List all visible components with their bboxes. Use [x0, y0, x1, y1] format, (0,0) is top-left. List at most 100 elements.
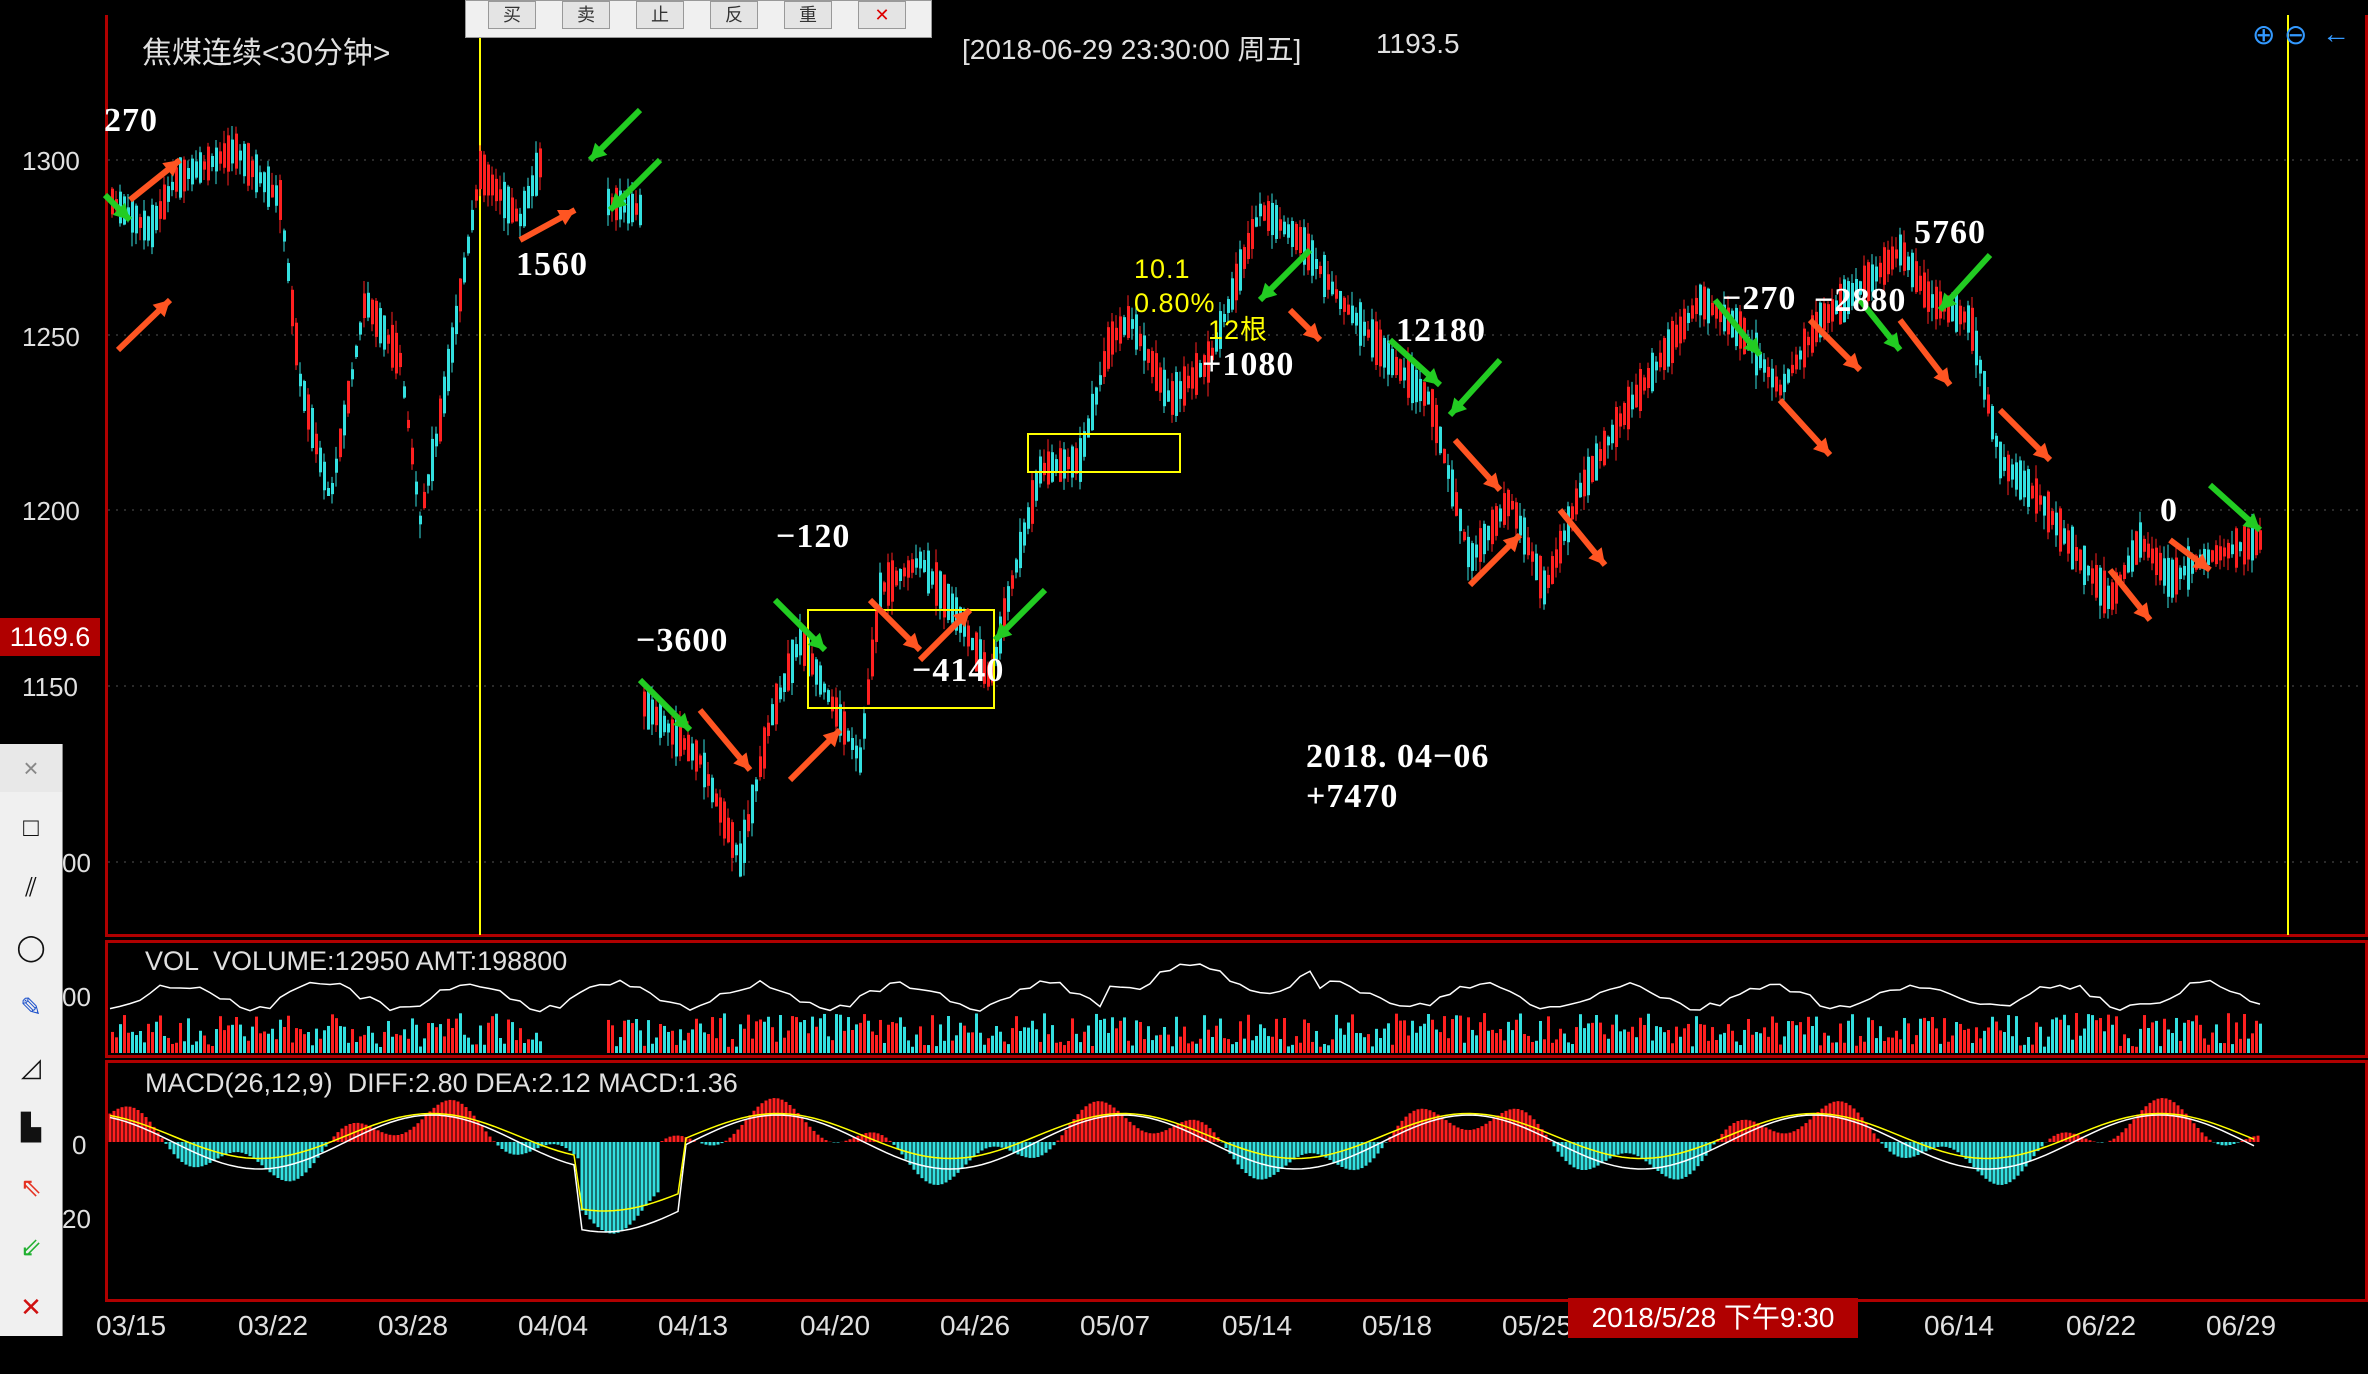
reverse-button[interactable]: 反 — [710, 1, 758, 29]
volume-bar — [799, 1022, 802, 1053]
volume-bar — [1295, 1036, 1298, 1053]
candle-body — [843, 711, 846, 745]
volume-bar — [2207, 1044, 2210, 1053]
volume-bar — [851, 1030, 854, 1053]
candle-body — [511, 197, 514, 223]
candle-body — [199, 152, 202, 183]
candle-body — [227, 135, 230, 172]
candle-body — [2067, 530, 2070, 554]
volume-bar — [1227, 1039, 1230, 1053]
candle-body — [2027, 469, 2030, 507]
close-icon[interactable]: × — [0, 744, 62, 792]
candle-body — [967, 625, 970, 647]
candle-body — [1683, 308, 1686, 340]
candle-body — [487, 164, 490, 196]
candle-body — [1055, 459, 1058, 473]
rectangle-tool-icon[interactable]: □ — [14, 810, 48, 844]
volume-bar — [1511, 1030, 1514, 1053]
candle-body — [1167, 390, 1170, 402]
volume-bar — [1331, 1039, 1334, 1053]
candle-body — [439, 398, 442, 442]
candle-body — [403, 386, 406, 398]
price-tick: 00 — [62, 848, 91, 878]
volume-bar — [1579, 1014, 1582, 1053]
volume-bar — [1259, 1024, 1262, 1053]
stop-button[interactable]: 止 — [636, 1, 684, 29]
volume-bar — [195, 1041, 198, 1053]
volume-bar — [2203, 1038, 2206, 1053]
volume-bar — [979, 1032, 982, 1053]
volume-bar — [1051, 1025, 1054, 1053]
price-tick: 1200 — [22, 496, 80, 526]
candle-body — [143, 210, 146, 241]
volume-bar — [643, 1045, 646, 1053]
parallel-lines-tool-icon[interactable]: ⫽ — [14, 870, 48, 904]
volume-bar — [119, 1024, 122, 1053]
candle-body — [1095, 387, 1098, 405]
candle-body — [175, 167, 178, 192]
down-arrow-tool-icon[interactable]: ⇙ — [14, 1230, 48, 1264]
price-tick: 1300 — [22, 146, 80, 176]
volume-bar — [2023, 1044, 2026, 1053]
candle-body — [1163, 369, 1166, 407]
volume-bar — [1815, 1016, 1818, 1053]
arrow-left-icon[interactable]: ← — [2322, 18, 2350, 50]
volume-bar — [467, 1037, 470, 1053]
candle-body — [923, 559, 926, 573]
up-arrow-tool-icon[interactable]: ⇖ — [14, 1170, 48, 1204]
volume-bar — [1475, 1035, 1478, 1053]
candle-body — [667, 723, 670, 733]
sell-button[interactable]: 卖 — [562, 1, 610, 29]
candle-body — [771, 704, 774, 726]
zoom-in-icon[interactable]: ⊕ — [2252, 18, 2275, 51]
volume-bar — [831, 1040, 834, 1053]
gann-tool-icon[interactable]: ◿ — [14, 1050, 48, 1084]
candle-body — [211, 156, 214, 167]
date-tick: 06/22 — [2066, 1310, 2137, 1341]
volume-bar — [1491, 1029, 1494, 1053]
ellipse-tool-icon[interactable]: ◯ — [14, 930, 48, 964]
volume-bar — [1855, 1045, 1858, 1053]
volume-bar — [1263, 1028, 1266, 1053]
volume-bar — [2259, 1023, 2262, 1053]
reset-button[interactable]: 重 — [784, 1, 832, 29]
candle-body — [1191, 367, 1194, 389]
candle-body — [1051, 452, 1054, 482]
volume-bar — [1619, 1031, 1622, 1053]
candle-body — [2127, 555, 2130, 573]
candle-body — [751, 784, 754, 824]
volume-bar — [247, 1040, 250, 1053]
cancel-order-button[interactable]: ✕ — [858, 1, 906, 29]
candle-body — [1131, 319, 1134, 329]
candle-body — [2251, 524, 2254, 561]
candle-body — [1327, 274, 1330, 290]
volume-bar — [2083, 1028, 2086, 1053]
summary-date-range: 2018. 04−06 — [1306, 738, 1490, 775]
candle-body — [651, 699, 654, 725]
volume-bar — [675, 1044, 678, 1053]
volume-bar — [2167, 1029, 2170, 1053]
zoom-out-icon[interactable]: ⊖ — [2284, 18, 2307, 51]
buy-button[interactable]: 买 — [488, 1, 536, 29]
volume-bar — [1847, 1020, 1850, 1053]
candle-body — [2043, 496, 2046, 516]
date-tick: 04/26 — [940, 1310, 1011, 1341]
volume-bar — [1499, 1029, 1502, 1053]
delete-tool-icon[interactable]: ✕ — [14, 1290, 48, 1324]
volume-bar — [2195, 1015, 2198, 1053]
candle-body — [1879, 262, 1882, 278]
candle-body — [1383, 337, 1386, 368]
volume-bar — [2015, 1016, 2018, 1053]
pen-tool-icon[interactable]: ✎ — [14, 990, 48, 1024]
volume-bar — [923, 1045, 926, 1053]
volume-bar — [527, 1039, 530, 1053]
volume-bar — [135, 1035, 138, 1053]
volume-bar — [2139, 1028, 2142, 1053]
candle-body — [1459, 508, 1462, 532]
volume-bar — [227, 1025, 230, 1053]
volume-bar — [1947, 1041, 1950, 1053]
volume-bar — [1015, 1016, 1018, 1053]
chart-canvas — [102, 15, 2360, 1234]
volume-bar — [1179, 1036, 1182, 1053]
ruler-tool-icon[interactable]: ▙ — [14, 1110, 48, 1144]
